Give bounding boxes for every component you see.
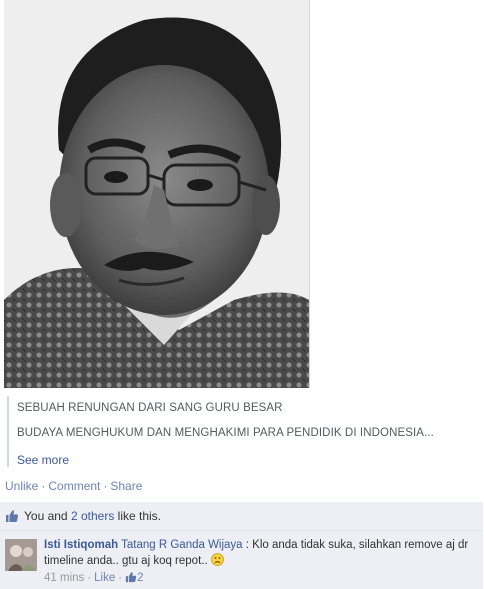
avatar-image [5,539,37,571]
comment-like-link[interactable]: Like [94,572,115,584]
post-description: SEBUAH RENUNGAN DARI SANG GURU BESAR BUD… [7,396,484,467]
thumbs-up-icon [6,510,19,522]
separator: · [87,572,92,584]
like-count-value: 2 [137,572,144,584]
likes-prefix: You and [24,509,71,523]
thumbs-up-icon [125,572,137,583]
unlike-link[interactable]: Unlike [5,479,38,493]
likes-suffix: like this. [114,509,161,523]
others-link[interactable]: 2 others [71,509,114,523]
comment-timestamp[interactable]: 41 mins [44,572,84,584]
portrait-image [4,0,309,388]
comment-item: Isti Istiqomah Tatang R Ganda Wijaya : K… [0,532,483,589]
likes-text: You and 2 others like this. [24,509,161,523]
comment-body: Isti Istiqomah Tatang R Ganda Wijaya : K… [44,538,474,586]
description-line-1: SEBUAH RENUNGAN DARI SANG GURU BESAR [17,402,283,414]
tagged-user[interactable]: Tatang R Ganda Wijaya [121,539,242,551]
feedback-panel: You and 2 others like this. Isti Istiqom… [0,502,483,589]
description-line-2: BUDAYA MENGHUKUM DAN MENGHAKIMI PARA PEN… [17,427,434,439]
post-photo[interactable] [4,0,310,388]
likes-summary: You and 2 others like this. [0,502,483,531]
see-more-link[interactable]: See more [17,453,69,467]
avatar[interactable] [5,539,37,571]
comment-link[interactable]: Comment [48,479,100,493]
share-link[interactable]: Share [110,479,142,493]
comment-meta: 41 mins · Like · 2 [44,571,474,586]
separator: · [41,479,46,493]
comment-author[interactable]: Isti Istiqomah [44,539,118,551]
separator: · [103,479,108,493]
comment-like-count[interactable]: 2 [125,572,143,584]
separator: · [118,572,123,584]
post-actions: Unlike · Comment · Share [5,479,142,493]
frown-face-icon [210,553,224,566]
